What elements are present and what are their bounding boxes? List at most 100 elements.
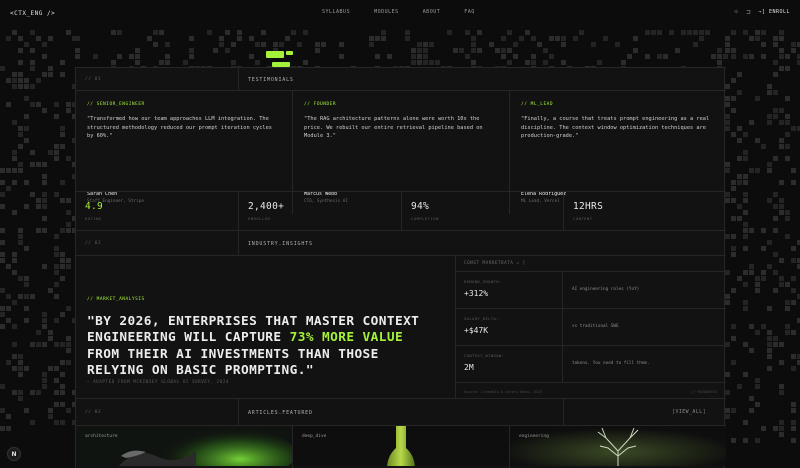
pixel-block xyxy=(24,126,29,131)
pixel-block xyxy=(743,156,748,161)
pixel-block xyxy=(471,42,476,47)
pixel-block xyxy=(0,168,5,173)
pixel-block xyxy=(18,48,23,53)
pixel-block xyxy=(6,306,11,311)
pixel-block xyxy=(66,336,71,341)
pixel-block xyxy=(773,204,778,209)
login-icon[interactable]: ⊐ xyxy=(746,8,750,16)
pixel-block xyxy=(615,42,620,47)
pixel-block xyxy=(749,228,754,233)
pixel-block xyxy=(779,258,784,263)
nav-link-about[interactable]: ABOUT xyxy=(423,9,441,15)
pixel-block xyxy=(42,372,47,377)
enroll-button[interactable]: →] ENROLL xyxy=(758,9,790,15)
pixel-block xyxy=(603,36,608,41)
pixel-block xyxy=(743,234,748,239)
pixel-block xyxy=(315,42,320,47)
pixel-block xyxy=(48,66,53,71)
pixel-block xyxy=(731,324,736,329)
nav-link-modules[interactable]: MODULES xyxy=(374,9,399,15)
bottle-image xyxy=(293,426,509,466)
pixel-block xyxy=(417,54,422,59)
pixel-block xyxy=(737,216,742,221)
pixel-block xyxy=(183,60,188,65)
pixel-block xyxy=(111,60,116,65)
pixel-block xyxy=(761,30,766,35)
pixel-block xyxy=(36,204,41,209)
pixel-block xyxy=(66,264,71,269)
pixel-block xyxy=(24,318,29,323)
pixel-block xyxy=(48,366,53,371)
pixel-block xyxy=(36,162,41,167)
pixel-block xyxy=(375,36,380,41)
pixel-block xyxy=(54,150,59,155)
pixel-block xyxy=(731,108,736,113)
pixel-block xyxy=(18,390,23,395)
pixel-block xyxy=(42,42,47,47)
brand-badge[interactable]: N xyxy=(7,447,21,461)
pixel-block xyxy=(663,54,668,59)
main-panel: // 01 TESTIMONIALS // SENIOR_ENGINEER "T… xyxy=(75,67,726,468)
article-category: deep_dive xyxy=(302,434,327,439)
pixel-block xyxy=(749,120,754,125)
pixel-block xyxy=(731,198,736,203)
pixel-block xyxy=(12,120,17,125)
pixel-block xyxy=(339,54,344,59)
nav-link-syllabus[interactable]: SYLLABUS xyxy=(322,9,350,15)
pixel-block xyxy=(30,294,35,299)
pixel-block xyxy=(6,186,11,191)
sun-icon[interactable]: ☼ xyxy=(734,8,738,16)
pixel-block xyxy=(761,228,766,233)
stat-value: 12HRS xyxy=(573,201,604,212)
article-card[interactable]: architecture xyxy=(76,426,292,466)
pixel-block xyxy=(18,132,23,137)
pixel-block xyxy=(779,204,784,209)
pixel-block xyxy=(42,312,47,317)
pixel-block xyxy=(18,372,23,377)
pixel-block xyxy=(225,30,230,35)
market-resources-link[interactable]: // RESOURCES xyxy=(691,390,717,394)
pixel-block xyxy=(42,324,47,329)
pixel-block xyxy=(731,54,736,59)
pixel-block xyxy=(791,48,796,53)
pixel-block xyxy=(0,192,5,197)
article-card[interactable]: engineering xyxy=(510,426,726,466)
pixel-block xyxy=(743,228,748,233)
pixel-block xyxy=(75,48,80,53)
pixel-block xyxy=(66,156,71,161)
pixel-block xyxy=(791,426,796,431)
pixel-block xyxy=(791,126,796,131)
stat-label: ENROLLED xyxy=(248,216,271,221)
pixel-block xyxy=(66,348,71,353)
article-card[interactable]: deep_dive xyxy=(293,426,509,466)
pixel-block xyxy=(369,36,374,41)
pixel-block xyxy=(717,48,722,53)
logo[interactable]: <CTX_ENG /> xyxy=(10,10,55,17)
pixel-block xyxy=(447,30,452,35)
pixel-block xyxy=(785,282,790,287)
pixel-block xyxy=(737,72,742,77)
pixel-block xyxy=(60,264,65,269)
pixel-block xyxy=(645,54,650,59)
pixel-block xyxy=(30,66,35,71)
view-all-link[interactable]: [VIEW_ALL] xyxy=(672,410,706,415)
pixel-block xyxy=(417,42,422,47)
pixel-block xyxy=(18,366,23,371)
pixel-block xyxy=(749,168,754,173)
pixel-block xyxy=(60,180,65,185)
stat-content: 12HRS CONTENT xyxy=(564,192,726,231)
pixel-block xyxy=(42,180,47,185)
pixel-block xyxy=(24,276,29,281)
pixel-block xyxy=(165,60,170,65)
aurora-image xyxy=(76,426,292,466)
pixel-block xyxy=(755,282,760,287)
pixel-block xyxy=(785,330,790,335)
pixel-block xyxy=(297,42,302,47)
pixel-block xyxy=(743,30,748,35)
pixel-block xyxy=(60,276,65,281)
pixel-block xyxy=(6,264,11,269)
nav-link-faq[interactable]: FAQ xyxy=(464,9,475,15)
pixel-block xyxy=(6,78,11,83)
pixel-block xyxy=(785,54,790,59)
pixel-block xyxy=(30,48,35,53)
